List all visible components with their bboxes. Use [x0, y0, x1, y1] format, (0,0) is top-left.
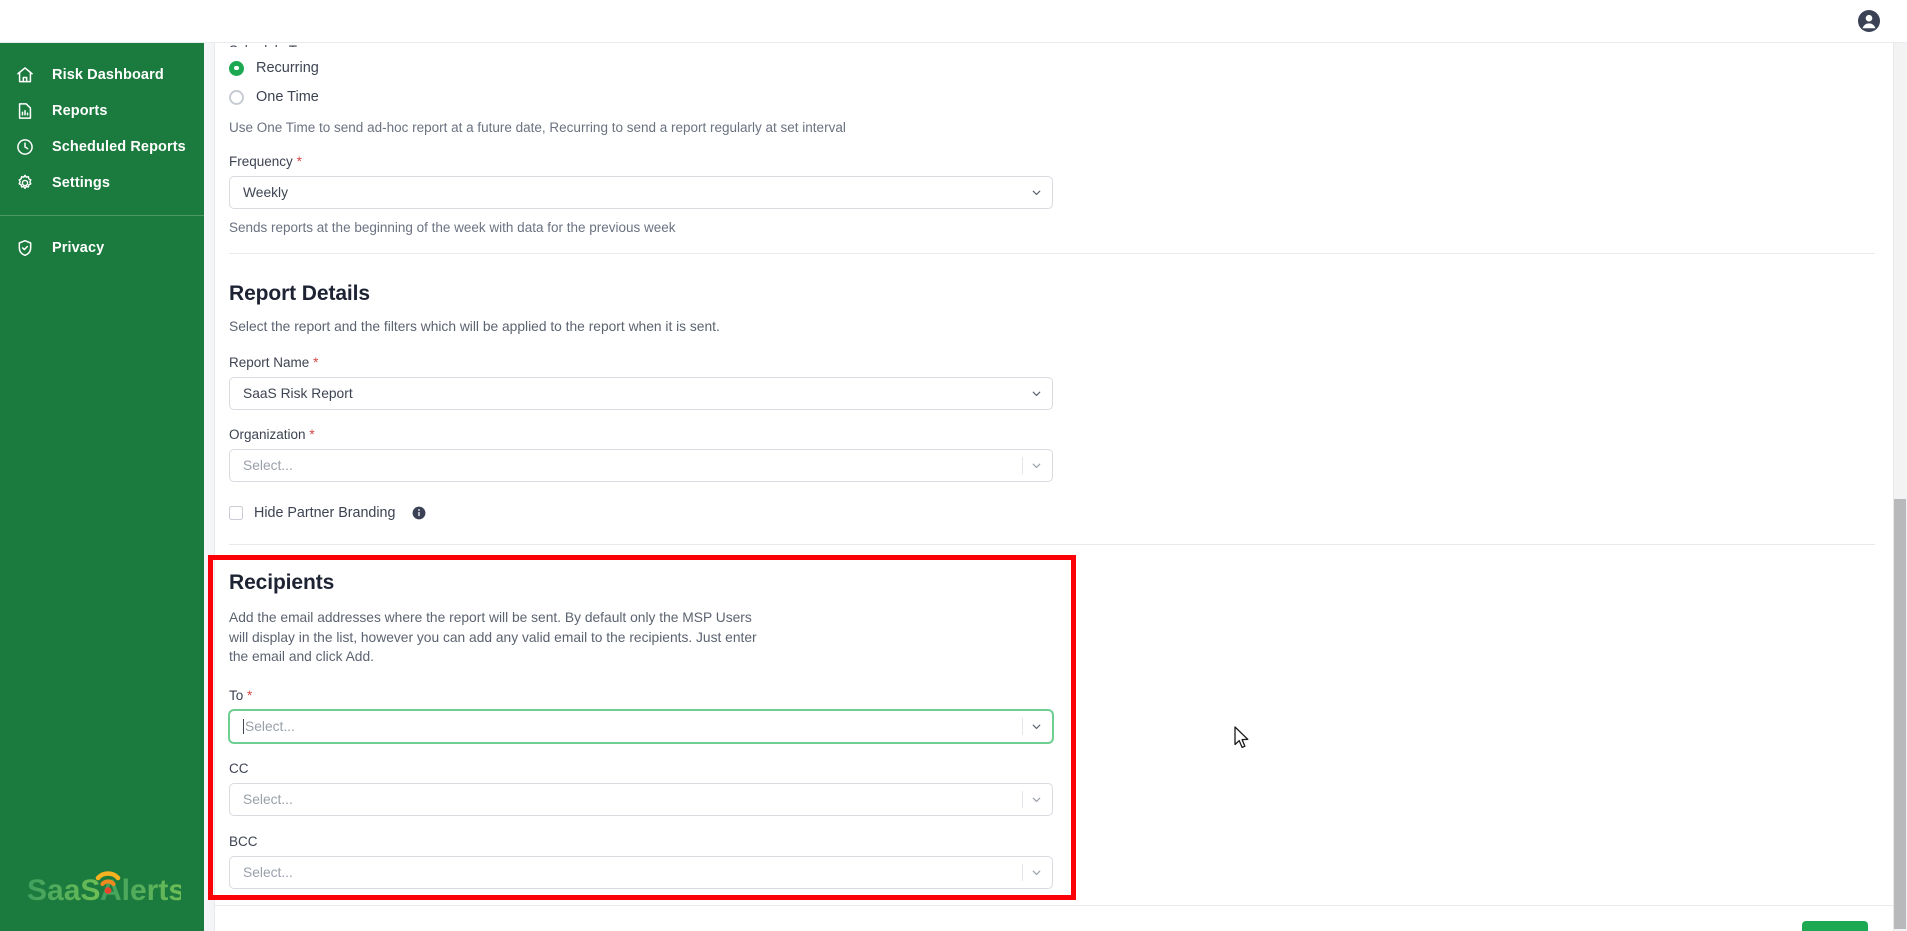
radio-one-time-label: One Time [256, 89, 319, 105]
cc-label: CC [229, 760, 249, 776]
hide-partner-branding-row[interactable]: Hide Partner Branding [229, 505, 1894, 521]
saas-alerts-logo: SaaS Alerts [0, 845, 204, 931]
organization-placeholder: Select... [243, 458, 293, 473]
sidebar-secondary-nav: Privacy [0, 216, 204, 266]
to-field: To * Select... [229, 688, 1894, 743]
sidebar-item-label: Risk Dashboard [52, 67, 164, 83]
sidebar-item-settings[interactable]: Settings [0, 165, 204, 201]
section-divider-2 [229, 544, 1875, 545]
account-circle-icon[interactable] [1857, 9, 1881, 33]
bcc-field: BCC Select... [229, 834, 1894, 889]
section-divider-1 [229, 253, 1875, 254]
home-icon [14, 64, 36, 86]
hide-partner-branding-checkbox[interactable] [229, 506, 243, 520]
svg-text:Alerts: Alerts [100, 874, 181, 907]
sidebar-item-scheduled-reports[interactable]: Scheduled Reports [0, 129, 204, 165]
sidebar-item-privacy[interactable]: Privacy [0, 230, 204, 266]
report-chart-icon [14, 100, 36, 122]
frequency-select[interactable]: Weekly [229, 176, 1053, 209]
to-select[interactable]: Select... [229, 709, 1053, 743]
report-details-section: Report Details Select the report and the… [215, 282, 1894, 521]
sidebar-item-label: Settings [52, 175, 110, 191]
bcc-select[interactable]: Select... [229, 855, 1053, 889]
organization-label-text: Organization [229, 427, 306, 442]
clock-icon [14, 136, 36, 158]
main-content: Schedule Type Recurring One Time Use One… [204, 43, 1907, 931]
chevron-down-icon[interactable] [1030, 857, 1043, 888]
frequency-selected-value: Weekly [243, 185, 288, 200]
select-separator [1022, 790, 1023, 808]
sidebar-item-reports[interactable]: Reports [0, 93, 204, 129]
bcc-label: BCC [229, 833, 258, 849]
chevron-down-icon[interactable] [1030, 784, 1043, 815]
chevron-down-icon[interactable] [1030, 177, 1043, 208]
report-name-required-mark: * [313, 355, 319, 370]
report-name-label-text: Report Name [229, 355, 310, 370]
radio-option-one-time[interactable]: One Time [229, 86, 1894, 108]
red-arrow-annotation [1701, 923, 1907, 931]
cc-field: CC Select... [229, 761, 1894, 816]
mouse-cursor [1234, 726, 1251, 755]
recipients-title: Recipients [229, 571, 335, 594]
sidebar-item-label: Privacy [52, 240, 105, 256]
sidebar: Risk Dashboard Reports Scheduled Reports [0, 43, 204, 931]
report-details-subtitle: Select the report and the filters which … [229, 319, 720, 334]
radio-option-recurring[interactable]: Recurring [229, 57, 1894, 79]
frequency-label: Frequency * [229, 154, 1894, 169]
svg-text:SaaS: SaaS [27, 874, 100, 907]
to-label-text: To [229, 687, 244, 703]
frequency-required-mark: * [296, 154, 302, 169]
shield-check-icon [14, 237, 36, 259]
recipients-description-line-2: will display in the list, however you ca… [229, 629, 757, 645]
report-name-selected-value: SaaS Risk Report [243, 386, 353, 401]
organization-select[interactable]: Select... [229, 449, 1053, 482]
report-name-field: Report Name * SaaS Risk Report [229, 355, 1894, 410]
organization-field: Organization * Select... [229, 427, 1894, 482]
frequency-helper: Sends reports at the beginning of the we… [229, 220, 676, 235]
top-bar [0, 0, 1907, 43]
schedule-type-legend: Schedule Type [229, 43, 1894, 47]
organization-required-mark: * [309, 427, 315, 442]
sidebar-item-label: Reports [52, 103, 108, 119]
cc-placeholder: Select... [243, 791, 293, 807]
select-separator [1022, 717, 1023, 735]
bcc-placeholder: Select... [243, 864, 293, 880]
text-caret [243, 718, 244, 734]
organization-label: Organization * [229, 427, 1894, 442]
gear-icon [14, 172, 36, 194]
radio-one-time-input[interactable] [229, 89, 244, 105]
recipients-description: Add the email addresses where the report… [229, 608, 1894, 667]
recipients-description-line-1: Add the email addresses where the report… [229, 610, 752, 625]
schedule-type-group: Schedule Type Recurring One Time Use One… [215, 43, 1894, 135]
recipients-description-line-3: the email and click Add. [229, 649, 374, 664]
form-footer: Save [214, 905, 1895, 931]
hide-partner-branding-label: Hide Partner Branding [254, 505, 396, 521]
frequency-label-text: Frequency [229, 154, 293, 169]
vertical-scrollbar-track[interactable] [1893, 43, 1907, 931]
report-name-select[interactable]: SaaS Risk Report [229, 377, 1053, 410]
vertical-scrollbar-thumb[interactable] [1894, 499, 1906, 929]
select-separator [1022, 863, 1023, 881]
info-icon[interactable] [412, 506, 426, 520]
sidebar-item-label: Scheduled Reports [52, 139, 186, 155]
schedule-type-helper: Use One Time to send ad-hoc report at a … [229, 120, 846, 135]
cc-select[interactable]: Select... [229, 782, 1053, 816]
recipients-section: Recipients Add the email addresses where… [215, 571, 1894, 925]
chevron-down-icon[interactable] [1030, 378, 1043, 409]
sidebar-primary-nav: Risk Dashboard Reports Scheduled Reports [0, 43, 204, 201]
select-separator [1022, 457, 1023, 474]
to-placeholder: Select... [245, 718, 295, 734]
frequency-field: Frequency * Weekly Sends reports at the … [215, 154, 1894, 235]
report-details-title: Report Details [229, 282, 370, 305]
report-name-label: Report Name * [229, 355, 1894, 370]
to-label: To * [229, 688, 1894, 703]
sidebar-item-risk-dashboard[interactable]: Risk Dashboard [0, 57, 204, 93]
radio-recurring-label: Recurring [256, 60, 319, 76]
chevron-down-icon[interactable] [1030, 450, 1043, 481]
to-required-mark: * [247, 687, 253, 703]
schedule-report-form-card: Schedule Type Recurring One Time Use One… [214, 43, 1895, 931]
radio-recurring-input[interactable] [229, 60, 244, 76]
chevron-down-icon[interactable] [1030, 711, 1043, 742]
